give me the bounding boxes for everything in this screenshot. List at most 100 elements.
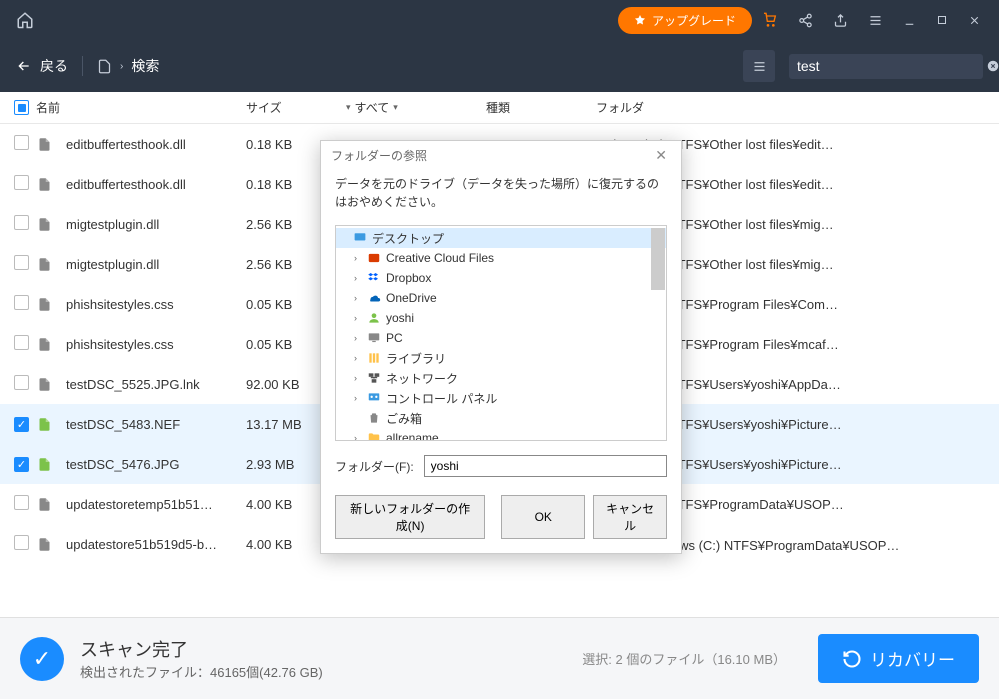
expand-icon[interactable]: › [354, 433, 364, 441]
chevron-right-icon: › [120, 61, 123, 72]
tree-item[interactable]: ごみ箱 [336, 408, 666, 428]
row-checkbox[interactable] [14, 375, 29, 390]
folder-icon [366, 251, 382, 265]
scan-title: スキャン完了 [80, 636, 566, 662]
expand-icon[interactable]: › [354, 393, 364, 403]
tree-label: yoshi [386, 311, 414, 325]
column-size[interactable]: サイズ [246, 99, 346, 116]
column-folder[interactable]: フォルダ [596, 99, 985, 116]
tree-item[interactable]: › ライブラリ [336, 348, 666, 368]
tree-item[interactable]: › PC [336, 328, 666, 348]
folder-icon [366, 271, 382, 285]
file-icon [36, 417, 52, 432]
cancel-button[interactable]: キャンセル [593, 495, 667, 539]
expand-icon[interactable]: › [354, 353, 364, 363]
folder-icon [366, 391, 382, 405]
cart-icon[interactable] [752, 6, 788, 34]
file-name: testDSC_5525.JPG.lnk [66, 377, 200, 392]
expand-icon[interactable]: › [354, 253, 364, 263]
expand-icon[interactable]: › [354, 313, 364, 323]
search-input[interactable] [797, 58, 978, 74]
dialog-close-button[interactable]: ✕ [651, 145, 671, 166]
tree-item[interactable]: ›allrename [336, 428, 666, 441]
expand-icon[interactable]: › [354, 373, 364, 383]
share-icon[interactable] [788, 7, 823, 34]
file-icon [36, 177, 52, 192]
row-checkbox[interactable] [14, 495, 29, 510]
search-box [789, 54, 983, 79]
expand-icon[interactable]: › [354, 273, 364, 283]
file-name: editbuffertesthook.dll [66, 177, 186, 192]
folder-icon [352, 231, 368, 245]
select-all-checkbox[interactable] [14, 100, 29, 115]
file-name: phishsitestyles.css [66, 337, 174, 352]
breadcrumb: › 検索 [97, 56, 159, 76]
dialog-title-bar: フォルダーの参照 ✕ [321, 141, 681, 169]
toolbar: 戻る › 検索 [0, 40, 999, 92]
file-name: phishsitestyles.css [66, 297, 174, 312]
row-checkbox[interactable] [14, 295, 29, 310]
row-checkbox[interactable] [14, 255, 29, 270]
folder-icon [366, 411, 382, 425]
tree-label: コントロール パネル [386, 390, 497, 407]
row-checkbox[interactable] [14, 535, 29, 550]
column-date[interactable]: ▾すべて▾ [346, 99, 486, 116]
export-icon[interactable] [823, 7, 858, 34]
new-folder-button[interactable]: 新しいフォルダーの作成(N) [335, 495, 485, 539]
row-checkbox[interactable]: ✓ [14, 417, 29, 432]
minimize-button[interactable] [893, 8, 926, 33]
tree-item[interactable]: › OneDrive [336, 288, 666, 308]
file-icon [36, 537, 52, 552]
menu-icon[interactable] [858, 7, 893, 34]
clear-search-icon[interactable] [986, 59, 999, 73]
tree-item[interactable]: › Dropbox [336, 268, 666, 288]
maximize-button[interactable] [926, 8, 958, 32]
ok-button[interactable]: OK [501, 495, 585, 539]
row-checkbox[interactable] [14, 135, 29, 150]
table-header: 名前 サイズ ▾すべて▾ 種類 フォルダ [0, 92, 999, 124]
file-name: testDSC_5483.NEF [66, 417, 180, 432]
tree-item[interactable]: ›Creative Cloud Files [336, 248, 666, 268]
close-button[interactable] [958, 8, 991, 33]
tree-item[interactable]: ›ネットワーク [336, 368, 666, 388]
breadcrumb-label: 検索 [131, 56, 159, 76]
column-name[interactable]: 名前 [36, 99, 246, 116]
folder-icon [366, 431, 382, 441]
file-icon [36, 137, 52, 152]
back-button[interactable]: 戻る [16, 56, 68, 76]
folder-icon [366, 291, 382, 305]
tree-label: PC [386, 331, 403, 345]
view-toggle-button[interactable] [743, 50, 775, 82]
folder-tree[interactable]: デスクトップ›Creative Cloud Files›Dropbox›OneD… [335, 225, 667, 441]
sort-arrow-icon: ▾ [346, 102, 351, 113]
tree-label: OneDrive [386, 291, 437, 305]
divider [82, 56, 83, 76]
folder-icon [366, 311, 382, 325]
file-icon [36, 217, 52, 232]
dialog-title: フォルダーの参照 [331, 147, 427, 164]
row-checkbox[interactable]: ✓ [14, 457, 29, 472]
row-checkbox[interactable] [14, 175, 29, 190]
folder-icon [366, 371, 382, 385]
row-checkbox[interactable] [14, 215, 29, 230]
expand-icon[interactable]: › [354, 293, 364, 303]
tree-item[interactable]: › yoshi [336, 308, 666, 328]
file-icon [36, 297, 52, 312]
row-checkbox[interactable] [14, 335, 29, 350]
file-icon [36, 337, 52, 352]
title-bar: アップグレード [0, 0, 999, 40]
expand-icon[interactable]: › [354, 333, 364, 343]
folder-icon [366, 331, 382, 345]
tree-label: ごみ箱 [386, 410, 422, 427]
tree-label: Dropbox [386, 271, 431, 285]
tree-item[interactable]: デスクトップ [336, 228, 666, 248]
scrollbar-thumb[interactable] [651, 228, 665, 290]
tree-label: ライブラリ [386, 350, 446, 367]
upgrade-button[interactable]: アップグレード [618, 7, 752, 34]
home-icon[interactable] [16, 11, 34, 29]
column-type[interactable]: 種類 [486, 99, 596, 116]
folder-field-label: フォルダー(F): [335, 458, 414, 475]
tree-item[interactable]: › コントロール パネル [336, 388, 666, 408]
folder-name-input[interactable] [424, 455, 667, 477]
recover-button[interactable]: リカバリー [818, 634, 979, 683]
